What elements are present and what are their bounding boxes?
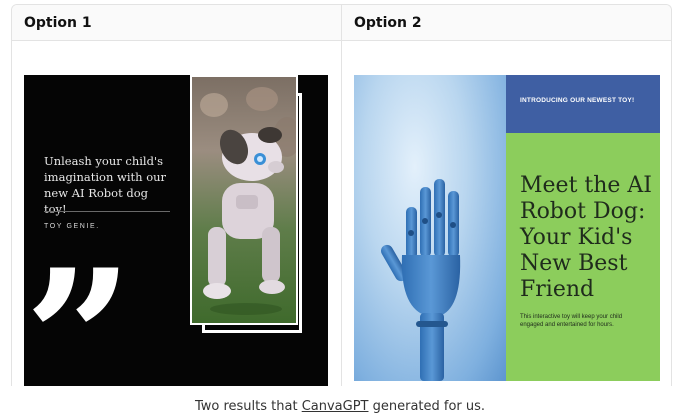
comparison-table: Option 1 Unleash your child's imaginatio…: [11, 4, 672, 386]
option-1-header: Option 1: [12, 5, 341, 41]
canvagpt-link[interactable]: CanvaGPT: [302, 399, 369, 414]
option-2-column: Option 2 INTRODUCING OUR NEWEST TOY! Mee…: [342, 5, 671, 386]
poster-tagline: Unleash your child's imagination with ou…: [44, 154, 167, 216]
option-1-poster: Unleash your child's imagination with ou…: [24, 75, 328, 386]
option-1-column: Option 1 Unleash your child's imaginatio…: [12, 5, 342, 386]
poster-banner: INTRODUCING OUR NEWEST TOY!: [506, 75, 660, 133]
poster-text-panel: Meet the AI Robot Dog: Your Kid's New Be…: [506, 133, 660, 381]
wooden-hand-image: [354, 75, 506, 381]
caption-prefix: Two results that: [194, 399, 302, 414]
poster-title: Meet the AI Robot Dog: Your Kid's New Be…: [520, 173, 652, 302]
poster-body: This interactive toy will keep your chil…: [520, 314, 623, 328]
caption-suffix: generated for us.: [368, 399, 486, 414]
image-caption: Two results that CanvaGPT generated for …: [0, 399, 680, 414]
robot-dog-image: [190, 75, 298, 325]
option-2-poster: INTRODUCING OUR NEWEST TOY! Meet the AI …: [354, 75, 660, 381]
quote-mark: ”: [24, 228, 133, 387]
wooden-hand-illustration: [381, 179, 461, 381]
divider: [44, 211, 170, 212]
robot-dog-illustration: [200, 87, 296, 315]
option-2-header: Option 2: [342, 5, 671, 41]
